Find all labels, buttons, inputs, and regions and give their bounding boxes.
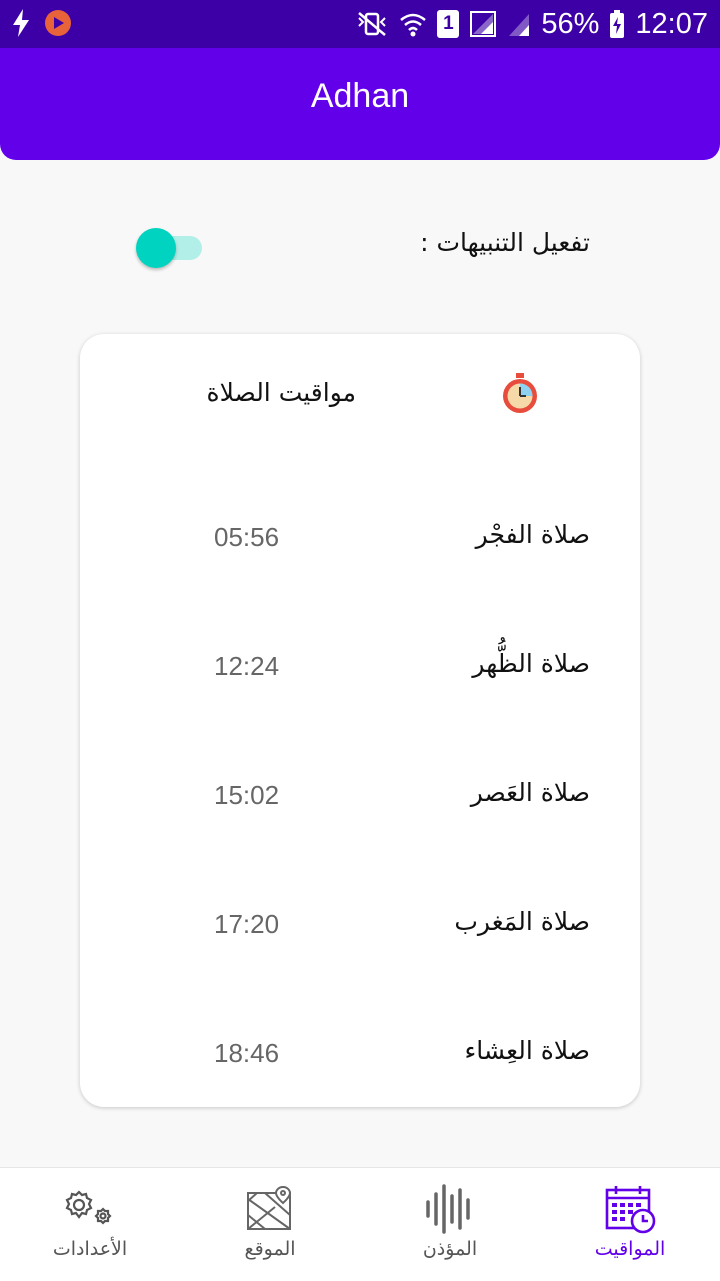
signal-2-icon	[507, 10, 531, 38]
battery-charging-icon	[609, 9, 625, 39]
vibrate-mute-icon	[355, 10, 389, 38]
notifications-toggle[interactable]	[136, 228, 202, 268]
battery-percent: 56%	[541, 7, 600, 40]
bottom-navigation: الأعدادات الموقع المؤذن المواقيت	[0, 1167, 720, 1281]
settings-icon	[0, 1184, 180, 1234]
clock-time: 12:07	[635, 7, 708, 40]
toggle-thumb	[136, 228, 176, 268]
notifications-label: تفعيل التنبيهات :	[420, 228, 590, 257]
prayer-time: 05:56	[214, 522, 280, 552]
calendar-clock-icon	[540, 1184, 720, 1234]
prayer-row-fajr: صلاة الفجْر 05:56	[80, 508, 640, 568]
sim-card-icon: 1	[437, 10, 460, 38]
nav-label: الموقع	[244, 1238, 296, 1260]
card-title: مواقيت الصلاة	[206, 378, 357, 407]
nav-item-settings[interactable]: الأعدادات	[0, 1168, 180, 1281]
prayer-name: صلاة الظُّهر	[472, 649, 590, 678]
prayer-time: 17:20	[214, 909, 280, 939]
prayer-times-card: مواقيت الصلاة صلاة الفجْر 05:56 صلاة الظ…	[80, 334, 640, 1107]
app-title: Adhan	[310, 76, 410, 115]
nav-item-location[interactable]: الموقع	[180, 1168, 360, 1281]
charging-bolt-icon	[10, 8, 32, 38]
prayer-time: 15:02	[214, 780, 280, 810]
nav-item-prayer-times[interactable]: المواقيت	[540, 1168, 720, 1281]
prayer-name: صلاة المَغرب	[454, 907, 590, 936]
prayer-name: صلاة الفجْر	[475, 520, 590, 549]
nav-label: المؤذن	[422, 1238, 478, 1260]
status-bar: 1 56% 12:07	[0, 0, 720, 48]
prayer-row-asr: صلاة العَصر 15:02	[80, 766, 640, 826]
prayer-time: 18:46	[214, 1038, 280, 1068]
prayer-row-dhuhr: صلاة الظُّهر 12:24	[80, 637, 640, 697]
nav-label: الأعدادات	[52, 1238, 128, 1260]
app-bar: Adhan	[0, 48, 720, 160]
prayer-name: صلاة العَصر	[470, 778, 590, 807]
prayer-row-maghrib: صلاة المَغرب 17:20	[80, 895, 640, 955]
play-app-icon	[44, 9, 72, 37]
nav-item-muezzin[interactable]: المؤذن	[360, 1168, 540, 1281]
audio-wave-icon	[360, 1184, 540, 1234]
prayer-time: 12:24	[214, 651, 280, 681]
signal-icon	[469, 10, 497, 38]
map-icon	[180, 1184, 360, 1234]
prayer-row-isha: صلاة العِشاء 18:46	[80, 1024, 640, 1084]
wifi-icon	[399, 10, 427, 38]
prayer-name: صلاة العِشاء	[464, 1036, 591, 1065]
stopwatch-icon	[500, 372, 540, 418]
nav-label: المواقيت	[594, 1238, 666, 1260]
